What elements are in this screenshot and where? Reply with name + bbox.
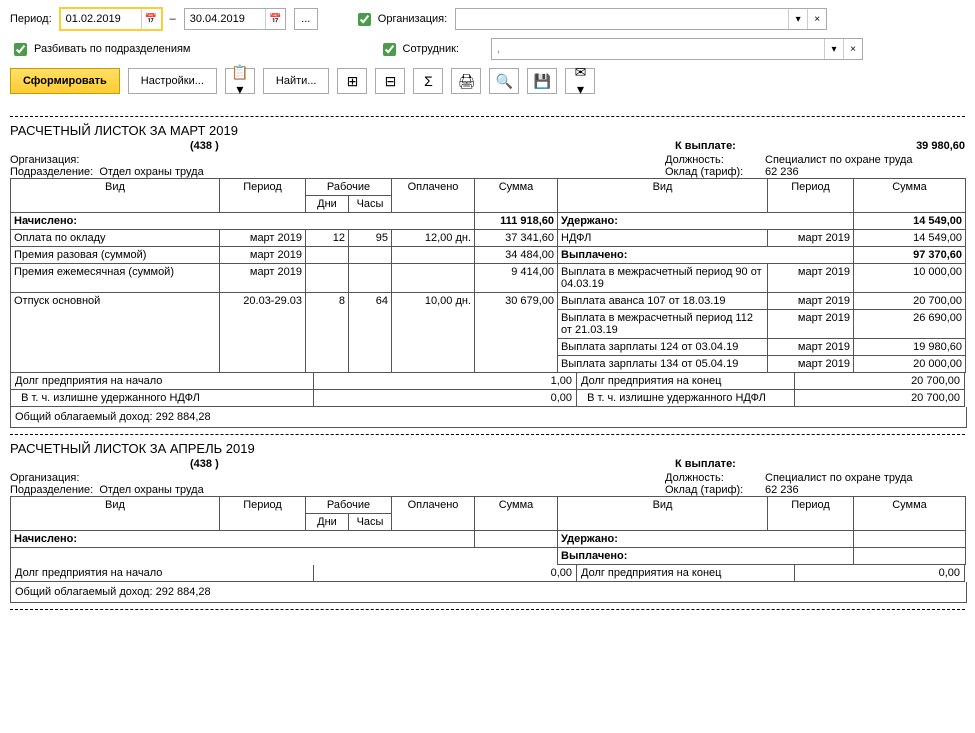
- debt-end-label: Долг предприятия на конец: [576, 373, 795, 389]
- pay-value: 39 980,60: [795, 140, 965, 152]
- held-label: Удержано:: [558, 213, 854, 230]
- taxable-income: Общий облагаемый доход: 292 884,28: [10, 407, 967, 428]
- pay-label: К выплате:: [675, 140, 795, 152]
- org-label: Организация:: [10, 154, 79, 166]
- emp-checkbox[interactable]: Сотрудник:: [379, 40, 460, 59]
- emp-select[interactable]: , ▾ ×: [491, 38, 863, 60]
- copy-icon[interactable]: 📋▾: [225, 68, 255, 94]
- report-sub: (438 ): [190, 458, 219, 470]
- settings-button[interactable]: Настройки...: [128, 68, 217, 94]
- th-sum: Сумма: [475, 179, 558, 213]
- th-vid2: Вид: [558, 179, 768, 213]
- expand-icon[interactable]: ⊞: [337, 68, 367, 94]
- debt-end-val: 20 700,00: [795, 373, 965, 389]
- calendar-icon[interactable]: 📅: [141, 9, 161, 29]
- accrued-label: Начислено:: [11, 213, 475, 230]
- date-to-input[interactable]: [185, 10, 265, 28]
- generate-button[interactable]: Сформировать: [10, 68, 120, 94]
- date-from-group: 📅: [60, 8, 162, 30]
- th-period2: Период: [768, 179, 854, 213]
- clear-icon[interactable]: ×: [843, 39, 862, 59]
- th-paid: Оплачено: [392, 179, 475, 213]
- divider: [10, 116, 965, 117]
- sal-value: 62 236: [765, 166, 965, 178]
- chevron-down-icon[interactable]: ▾: [824, 39, 843, 59]
- sum-icon[interactable]: Σ: [413, 68, 443, 94]
- th-period: Период: [220, 179, 306, 213]
- find-button[interactable]: Найти...: [263, 68, 330, 94]
- table-row: Отпуск основной20.03-29.0386410,00 дн.30…: [11, 293, 966, 310]
- accrued-sum: 111 918,60: [475, 213, 558, 230]
- paid-label: Выплачено:: [558, 247, 854, 264]
- payroll-table-2: ВидПериодРабочиеОплаченоСуммаВидПериодСу…: [10, 496, 966, 565]
- date-from-input[interactable]: [61, 10, 141, 28]
- preview-icon[interactable]: 🔍: [489, 68, 519, 94]
- debt-start-label: Долг предприятия на начало: [10, 373, 314, 389]
- dept-label: Подразделение:: [10, 166, 93, 178]
- calendar-icon[interactable]: 📅: [265, 9, 285, 29]
- split-check[interactable]: [14, 43, 27, 56]
- email-icon[interactable]: ✉▾: [565, 68, 595, 94]
- pos-label: Должность:: [665, 154, 755, 166]
- debt-start-val: 1,00: [314, 373, 576, 389]
- date-to-group: 📅: [184, 8, 286, 30]
- table-row: Премия разовая (суммой)март 201934 484,0…: [11, 247, 966, 264]
- dash: –: [170, 13, 176, 25]
- report-title: РАСЧЕТНЫЙ ЛИСТОК ЗА МАРТ 2019: [10, 123, 965, 138]
- collapse-icon[interactable]: ⊟: [375, 68, 405, 94]
- clear-icon[interactable]: ×: [807, 9, 826, 29]
- th-work: Рабочие: [306, 179, 392, 196]
- org-value: [456, 9, 788, 29]
- period-label: Период:: [10, 13, 52, 25]
- held-sum: 14 549,00: [854, 213, 966, 230]
- dept-value: Отдел охраны труда: [99, 166, 203, 178]
- emp-check[interactable]: [383, 43, 396, 56]
- pos-value: Специалист по охране труда: [765, 154, 965, 166]
- report-title: РАСЧЕТНЫЙ ЛИСТОК ЗА АПРЕЛЬ 2019: [10, 441, 965, 456]
- table-row: Оплата по окладумарт 2019129512,00 дн.37…: [11, 230, 966, 247]
- org-select[interactable]: ▾ ×: [455, 8, 827, 30]
- split-checkbox[interactable]: Разбивать по подразделениям: [10, 40, 191, 59]
- org-check[interactable]: [358, 13, 371, 26]
- save-icon[interactable]: 💾: [527, 68, 557, 94]
- org-checkbox[interactable]: Организация:: [354, 10, 447, 29]
- period-dialog-button[interactable]: ...: [294, 8, 318, 30]
- th-sum2: Сумма: [854, 179, 966, 213]
- payroll-table: Вид Период Рабочие Оплачено Сумма Вид Пе…: [10, 178, 966, 373]
- chevron-down-icon[interactable]: ▾: [788, 9, 807, 29]
- report-sub: (438 ): [190, 140, 219, 152]
- pay-label: К выплате:: [675, 458, 965, 470]
- sal-label: Оклад (тариф):: [665, 166, 755, 178]
- emp-value: ,: [492, 39, 824, 59]
- divider: [10, 609, 965, 610]
- divider: [10, 434, 965, 435]
- th-vid: Вид: [11, 179, 220, 213]
- print-icon[interactable]: 🖨: [451, 68, 481, 94]
